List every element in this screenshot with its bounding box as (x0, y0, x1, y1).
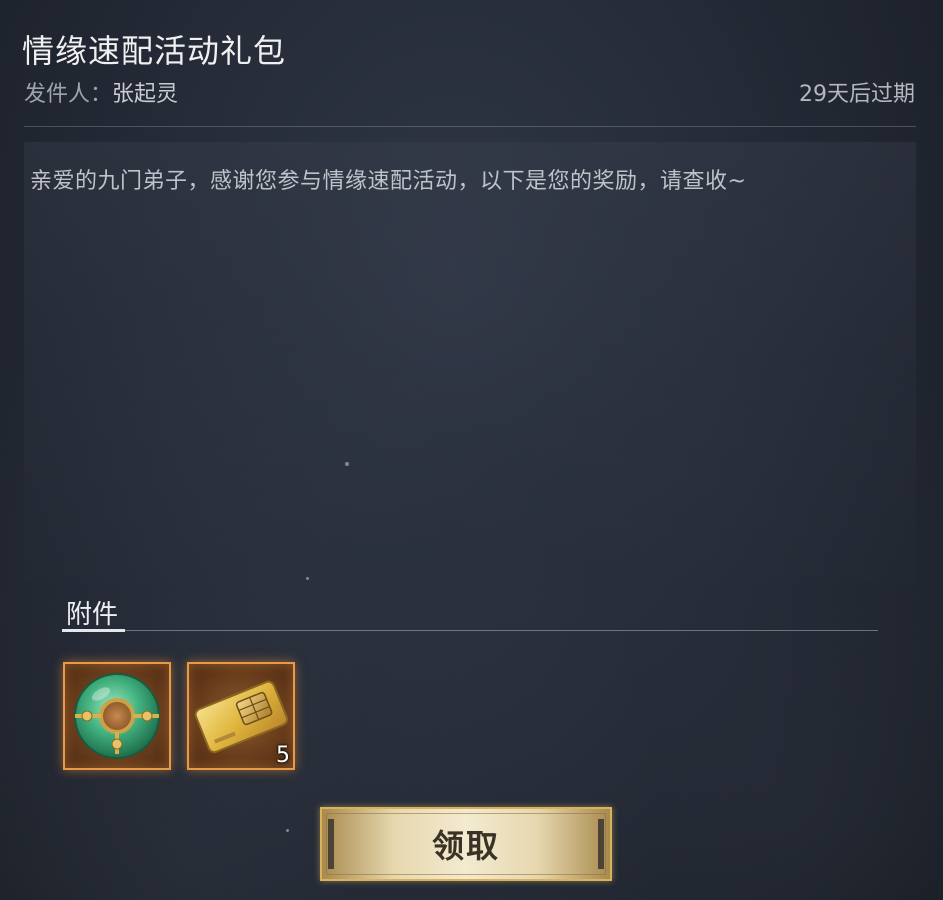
mail-title: 情缘速配活动礼包 (22, 32, 287, 70)
mail-body-text: 亲爱的九门弟子，感谢您参与情缘速配活动，以下是您的奖励，请查收~ (30, 169, 747, 194)
item-count: 5 (276, 743, 290, 768)
attachments-divider (62, 630, 878, 631)
background-speck (345, 462, 349, 466)
attachment-item-gold-card[interactable]: 5 (187, 662, 295, 770)
sender-label: 发件人： (24, 82, 113, 107)
background-speck (286, 829, 289, 832)
background-speck (306, 577, 309, 580)
claim-button[interactable]: 领取 (320, 807, 612, 881)
sender-name: 张起灵 (112, 82, 179, 107)
attachment-item-jade-ring[interactable] (63, 662, 171, 770)
jade-ring-icon (74, 673, 160, 759)
attachments-title: 附件 (66, 600, 119, 630)
expiry-text: 29天后过期 (799, 82, 915, 107)
header-divider (24, 126, 916, 127)
attachments-tab-underline (62, 629, 125, 632)
sender-row: 发件人：张起灵 (24, 76, 178, 108)
claim-button-label: 领取 (431, 827, 500, 865)
mail-body-panel (24, 142, 916, 582)
